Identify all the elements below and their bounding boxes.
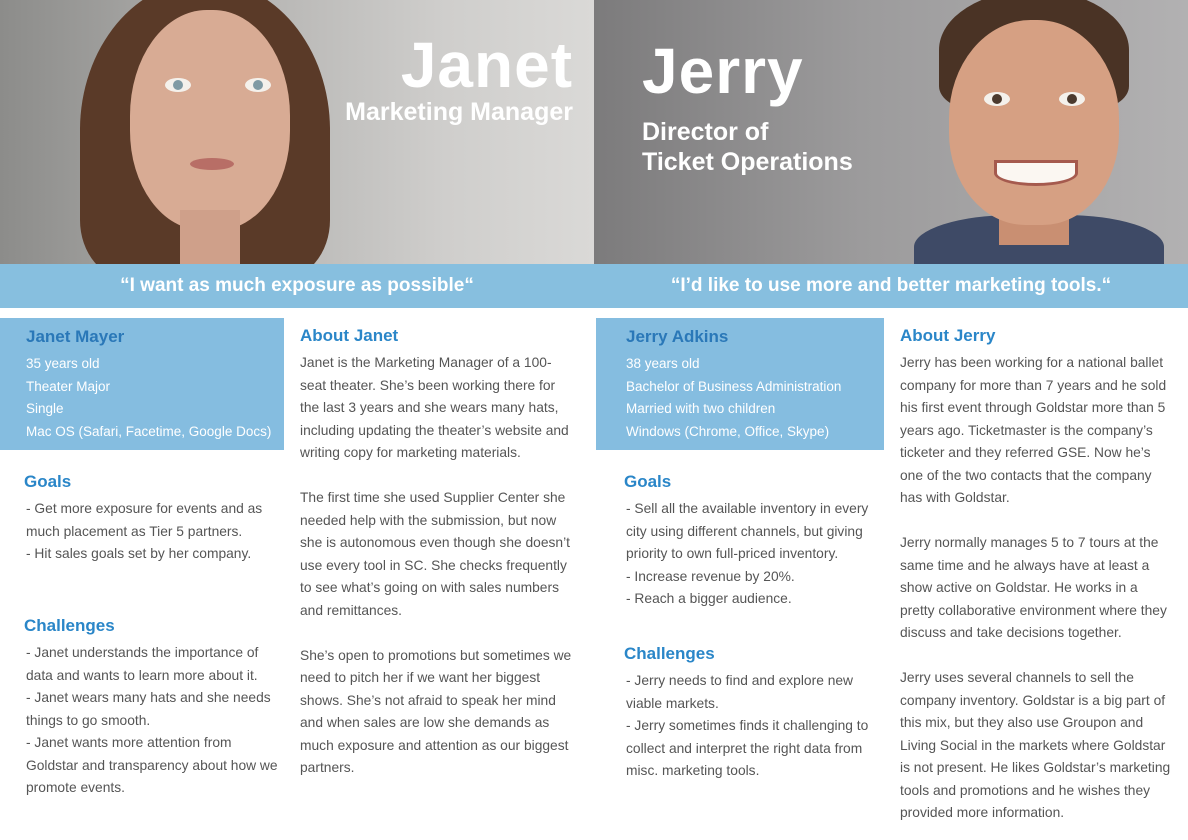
jerry-profile-box: Jerry Adkins 38 years old Bachelor of Bu…: [596, 318, 884, 450]
jerry-challenges-list: - Jerry needs to find and explore new vi…: [626, 670, 884, 783]
janet-challenges-heading: Challenges: [24, 616, 115, 635]
jerry-goals-list: - Sell all the available inventory in ev…: [626, 498, 884, 611]
janet-portrait: [60, 0, 360, 264]
jerry-status: Married with two children: [626, 401, 776, 416]
paragraph: Janet is the Marketing Manager of a 100-…: [300, 355, 569, 460]
janet-education: Theater Major: [26, 378, 111, 394]
jerry-about-text: Jerry has been working for a national ba…: [900, 352, 1176, 840]
jerry-name-heading: Jerry: [642, 35, 804, 107]
persona-card-jerry: Jerry Director of Ticket Operations “I’d…: [594, 0, 1188, 840]
janet-tech: Mac OS (Safari, Facetime, Google Docs): [26, 423, 272, 439]
janet-challenges-list: - Janet understands the importance of da…: [26, 642, 282, 800]
jerry-role-line1: Director of: [642, 118, 769, 146]
list-item: - Reach a bigger audience.: [626, 591, 792, 606]
persona-card-janet: Janet Marketing Manager “I want as much …: [0, 0, 594, 840]
janet-age: 35 years old: [26, 356, 100, 371]
janet-status: Single: [26, 401, 64, 416]
janet-photo: Janet Marketing Manager: [0, 0, 594, 264]
paragraph: The first time she used Supplier Center …: [300, 490, 570, 618]
list-item: - Hit sales goals set by her company.: [26, 546, 252, 561]
janet-goals-heading: Goals: [24, 472, 72, 491]
janet-full-name: Janet Mayer: [26, 327, 125, 346]
list-item: - Jerry needs to find and explore new vi…: [626, 673, 854, 711]
jerry-quote: “I’d like to use more and better marketi…: [594, 264, 1188, 308]
jerry-photo: Jerry Director of Ticket Operations: [594, 0, 1188, 264]
jerry-portrait: [884, 0, 1188, 264]
jerry-full-name: Jerry Adkins: [626, 327, 729, 346]
jerry-about-heading: About Jerry: [900, 326, 996, 345]
jerry-challenges-heading: Challenges: [624, 644, 715, 663]
paragraph: Jerry has been working for a national ba…: [900, 355, 1167, 505]
list-item: - Janet wants more attention from Goldst…: [26, 735, 278, 795]
janet-about-text: Janet is the Marketing Manager of a 100-…: [300, 352, 572, 802]
janet-goals-list: - Get more exposure for events and as mu…: [26, 498, 278, 566]
janet-name-heading: Janet: [400, 29, 573, 101]
janet-quote: “I want as much exposure as possible“: [0, 264, 594, 308]
list-item: - Janet wears many hats and she needs th…: [26, 690, 271, 728]
list-item: - Sell all the available inventory in ev…: [626, 501, 869, 561]
paragraph: She’s open to promotions but sometimes w…: [300, 647, 572, 776]
jerry-age: 38 years old: [626, 356, 700, 371]
janet-role: Marketing Manager: [345, 98, 573, 126]
jerry-role-line2: Ticket Operations: [642, 148, 853, 176]
list-item: - Get more exposure for events and as mu…: [26, 501, 263, 539]
jerry-tech: Windows (Chrome, Office, Skype): [626, 423, 830, 439]
paragraph: Jerry uses several channels to sell the …: [900, 670, 1171, 820]
paragraph: Jerry normally manages 5 to 7 tours at t…: [900, 535, 1167, 640]
janet-profile-box: Janet Mayer 35 years old Theater Major S…: [0, 318, 284, 450]
list-item: - Jerry sometimes finds it challenging t…: [626, 718, 869, 778]
janet-about-heading: About Janet: [300, 326, 399, 345]
jerry-education: Bachelor of Business Administration: [626, 378, 842, 394]
list-item: - Janet understands the importance of da…: [26, 645, 259, 683]
list-item: - Increase revenue by 20%.: [626, 568, 795, 584]
jerry-goals-heading: Goals: [624, 472, 672, 491]
